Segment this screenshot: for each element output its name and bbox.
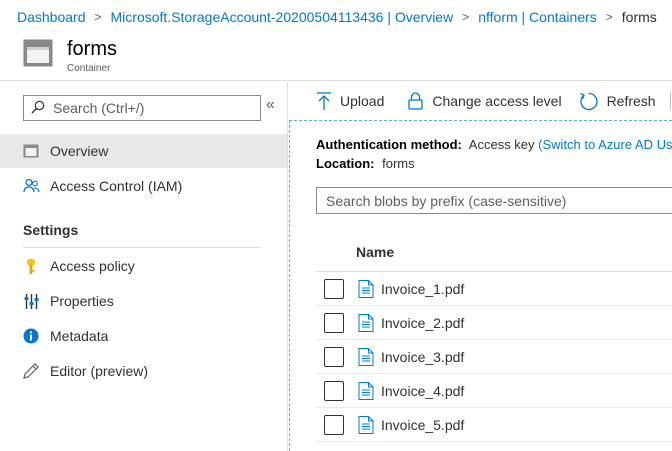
auth-method-label: Authentication method: — [316, 137, 462, 152]
switch-auth-link[interactable]: (Switch to Azure AD User Account) — [538, 137, 672, 152]
sidebar-item-editor[interactable]: Editor (preview) — [0, 354, 287, 388]
toolbar-divider — [669, 92, 671, 110]
sidebar-item-label: Metadata — [50, 328, 109, 344]
auth-method-line: Authentication method: Access key (Switc… — [316, 137, 672, 152]
refresh-button[interactable]: Refresh — [562, 82, 656, 120]
sidebar-item-access-policy[interactable]: Access policy — [0, 249, 287, 283]
column-header-name[interactable]: Name — [356, 244, 394, 260]
upload-icon — [317, 92, 331, 110]
sidebar-item-label: Access policy — [50, 258, 135, 274]
upload-label: Upload — [340, 93, 385, 109]
blob-search-placeholder: Search blobs by prefix (case-sensitive) — [326, 192, 567, 209]
sidebar-item-label: Access Control (IAM) — [50, 178, 183, 194]
breadcrumb-containers[interactable]: nfform | Containers — [478, 9, 597, 25]
sidebar-item-label: Editor (preview) — [50, 363, 149, 379]
sidebar-item-label: Overview — [50, 143, 109, 159]
sidebar-item-label: Properties — [50, 293, 114, 309]
location-value: forms — [382, 156, 415, 171]
lock-icon — [408, 92, 424, 110]
container-icon — [23, 39, 53, 67]
command-bar: Upload Change access level Refresh — [289, 82, 672, 120]
location-line: Location: forms — [316, 156, 415, 171]
breadcrumb-current: forms — [621, 8, 657, 25]
sidebar-item-overview[interactable]: Overview — [0, 134, 287, 168]
file-icon — [358, 415, 374, 434]
chevron-right-icon: > — [462, 9, 470, 24]
table-row[interactable]: Invoice_2.pdf — [316, 306, 672, 340]
file-icon — [358, 313, 374, 332]
table-row[interactable]: Invoice_1.pdf — [316, 272, 672, 306]
sidebar: Search (Ctrl+/) « Overview Access Contro… — [0, 82, 288, 451]
refresh-icon — [579, 92, 598, 111]
collapse-sidebar-icon[interactable]: « — [266, 96, 275, 114]
table-row[interactable]: Invoice_3.pdf — [316, 340, 672, 374]
overview-icon — [22, 142, 40, 160]
file-name[interactable]: Invoice_4.pdf — [381, 383, 464, 399]
file-name[interactable]: Invoice_1.pdf — [381, 281, 464, 297]
file-icon — [358, 279, 374, 298]
change-access-level-button[interactable]: Change access level — [384, 82, 562, 120]
sidebar-search-input[interactable]: Search (Ctrl+/) — [23, 95, 261, 121]
file-name[interactable]: Invoice_5.pdf — [381, 417, 464, 433]
pencil-icon — [22, 362, 40, 380]
search-icon — [31, 100, 45, 117]
auth-method-value: Access key — [468, 137, 535, 152]
chevron-right-icon: > — [94, 9, 102, 24]
upload-button[interactable]: Upload — [289, 82, 384, 120]
sidebar-item-properties[interactable]: Properties — [0, 284, 287, 318]
row-checkbox[interactable] — [324, 380, 344, 401]
refresh-label: Refresh — [606, 93, 656, 109]
page-subtitle: Container — [67, 63, 111, 74]
row-checkbox[interactable] — [324, 312, 344, 333]
row-checkbox[interactable] — [324, 414, 344, 435]
file-name[interactable]: Invoice_2.pdf — [381, 315, 464, 331]
breadcrumb-dashboard[interactable]: Dashboard — [17, 9, 86, 25]
file-icon — [358, 381, 374, 400]
search-placeholder: Search (Ctrl+/) — [53, 100, 145, 116]
change-access-level-label: Change access level — [432, 93, 562, 109]
chevron-right-icon: > — [605, 9, 613, 24]
breadcrumb-storage-account[interactable]: Microsoft.StorageAccount-20200504113436 … — [111, 9, 454, 25]
key-icon — [22, 257, 40, 275]
location-label: Location: — [316, 156, 375, 171]
file-icon — [358, 347, 374, 366]
blob-search-input[interactable]: Search blobs by prefix (case-sensitive) — [316, 187, 672, 214]
row-checkbox[interactable] — [324, 278, 344, 299]
breadcrumb: Dashboard > Microsoft.StorageAccount-202… — [0, 0, 672, 33]
file-name[interactable]: Invoice_3.pdf — [381, 349, 464, 365]
main-content: Authentication method: Access key (Switc… — [289, 120, 672, 451]
info-icon — [22, 327, 40, 345]
row-checkbox[interactable] — [324, 346, 344, 367]
sidebar-item-access-control[interactable]: Access Control (IAM) — [0, 169, 287, 203]
table-row[interactable]: Invoice_4.pdf — [316, 374, 672, 408]
settings-section-label: Settings — [23, 222, 79, 238]
page-title: forms — [67, 38, 117, 60]
properties-icon — [22, 292, 40, 310]
sidebar-item-metadata[interactable]: Metadata — [0, 319, 287, 353]
people-icon — [22, 177, 40, 195]
table-row[interactable]: Invoice_5.pdf — [316, 408, 672, 442]
section-divider — [23, 247, 261, 248]
page-header: forms Container — [0, 33, 672, 81]
